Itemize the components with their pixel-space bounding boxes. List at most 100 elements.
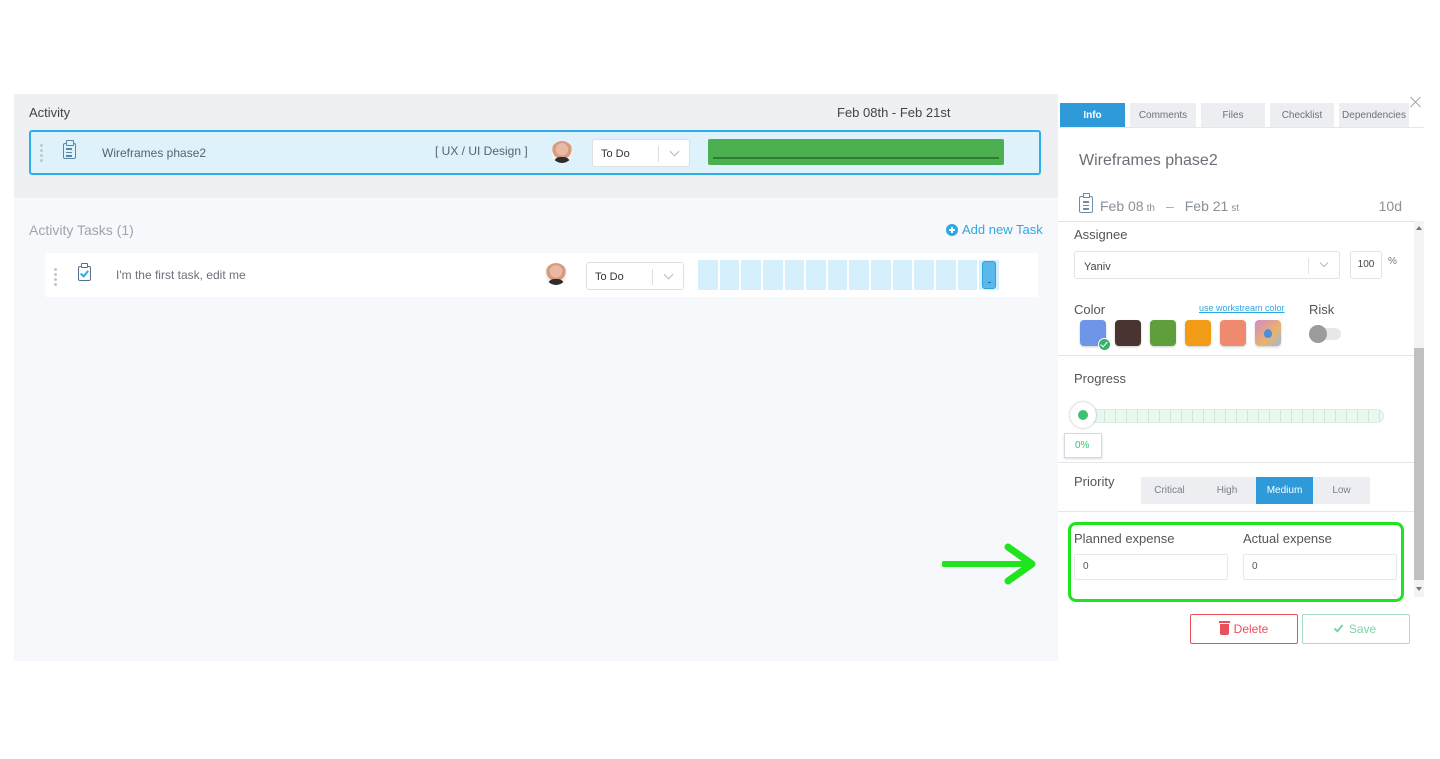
add-task-button[interactable]: Add new Task (946, 222, 1043, 237)
activity-section-title: Activity (29, 105, 71, 120)
timeline-day-cell[interactable] (741, 260, 761, 290)
tab-comments[interactable]: Comments (1130, 103, 1196, 127)
section-divider (1058, 355, 1414, 356)
scrollbar-thumb[interactable] (1414, 348, 1424, 580)
delete-button[interactable]: Delete (1190, 614, 1298, 644)
date-separator: – (1165, 198, 1174, 214)
timeline-day-cell[interactable] (914, 260, 935, 290)
timeline-day-cell[interactable] (762, 260, 783, 290)
drag-handle-icon[interactable] (54, 268, 58, 286)
check-icon (1333, 622, 1344, 633)
task-checklist-icon (78, 263, 91, 281)
section-divider (1058, 462, 1414, 463)
priority-critical[interactable]: Critical (1141, 477, 1198, 504)
progress-label: Progress (1074, 371, 1127, 386)
save-button[interactable]: Save (1302, 614, 1410, 644)
status-value: To Do (595, 271, 624, 283)
scroll-down-icon[interactable] (1416, 587, 1422, 591)
risk-label: Risk (1309, 302, 1335, 317)
activity-gantt-bar[interactable] (708, 139, 1004, 165)
timeline-resize-handle[interactable] (982, 261, 996, 289)
assignee-value: Yaniv (1084, 261, 1111, 273)
delete-label: Delete (1233, 622, 1269, 636)
tab-dependencies[interactable]: Dependencies (1339, 103, 1409, 127)
clipboard-icon (63, 140, 76, 159)
priority-segmented-control: Critical High Medium Low (1141, 477, 1370, 504)
activity-status-select[interactable]: To Do (592, 139, 690, 167)
plus-circle-icon (946, 223, 958, 236)
timeline-day-cell[interactable] (806, 260, 826, 290)
color-swatch[interactable] (1080, 320, 1111, 351)
priority-high[interactable]: High (1198, 477, 1256, 504)
activity-workstream: [ UX / UI Design ] (435, 144, 528, 158)
start-date-suffix: th (1146, 203, 1155, 214)
timeline-day-cell[interactable] (871, 260, 891, 290)
toggle-knob (1309, 325, 1327, 343)
task-row[interactable]: I'm the first task, edit me To Do (45, 253, 1038, 297)
color-drop-icon (1264, 329, 1272, 338)
select-separator (652, 269, 653, 285)
start-date: Feb 08 (1100, 198, 1144, 214)
custom-color-swatch[interactable] (1255, 320, 1281, 346)
tab-checklist[interactable]: Checklist (1270, 103, 1334, 127)
activity-header: Activity Feb 08th - Feb 21st Wireframes … (14, 94, 1058, 198)
chevron-down-icon (663, 269, 674, 280)
priority-low[interactable]: Low (1313, 477, 1370, 504)
close-icon[interactable] (1410, 96, 1422, 108)
tasks-section-title: Activity Tasks (1) (29, 222, 134, 238)
activity-row[interactable]: Wireframes phase2 [ UX / UI Design ] To … (29, 130, 1041, 175)
duration: 10d (1378, 198, 1402, 214)
timeline-day-cell[interactable] (784, 260, 805, 290)
priority-label: Priority (1074, 474, 1115, 489)
progress-slider-track[interactable] (1082, 409, 1384, 423)
panel-title[interactable]: Wireframes phase2 (1079, 152, 1218, 170)
status-value: To Do (601, 148, 630, 160)
timeline-day-cell[interactable] (957, 260, 978, 290)
timeline-day-cell[interactable] (827, 260, 848, 290)
assignee-label: Assignee (1074, 227, 1128, 242)
activity-name[interactable]: Wireframes phase2 (102, 146, 206, 160)
color-swatch[interactable] (1185, 320, 1211, 346)
color-swatch[interactable] (1150, 320, 1176, 346)
end-date: Feb 21 (1184, 198, 1229, 214)
color-swatch[interactable] (1220, 320, 1246, 346)
use-workstream-color-link[interactable]: use workstream color (1199, 303, 1285, 313)
timeline-day-cell[interactable] (936, 260, 956, 290)
avatar[interactable] (545, 263, 567, 285)
chevron-down-icon (669, 146, 680, 157)
panel-scrollbar[interactable] (1414, 221, 1424, 597)
activity-pane: Activity Feb 08th - Feb 21st Wireframes … (14, 94, 1058, 661)
tabs-divider (1060, 127, 1424, 128)
timeline-day-cell[interactable] (849, 260, 870, 290)
panel-tabs: Info Comments Files Checklist Dependenci… (1060, 103, 1409, 127)
risk-toggle[interactable] (1309, 325, 1341, 343)
selected-check-icon (1098, 338, 1111, 351)
timeline-day-cell[interactable] (892, 260, 913, 290)
allocation-input[interactable]: 100 (1350, 251, 1382, 279)
panel-date-range[interactable]: Feb 08th – Feb 21st (1079, 193, 1239, 214)
trash-icon (1218, 620, 1230, 635)
avatar[interactable] (551, 141, 573, 163)
scroll-up-icon[interactable] (1416, 226, 1422, 230)
assignee-select[interactable]: Yaniv (1074, 251, 1340, 279)
expense-highlight-box (1068, 522, 1404, 602)
tab-info[interactable]: Info (1060, 103, 1125, 127)
tab-files[interactable]: Files (1201, 103, 1265, 127)
color-swatches (1080, 320, 1281, 351)
section-divider (1058, 511, 1414, 512)
annotation-arrow-icon (942, 543, 1036, 585)
timeline-day-cell[interactable] (698, 260, 718, 290)
task-name[interactable]: I'm the first task, edit me (116, 268, 246, 282)
bar-progress-line (713, 157, 999, 159)
task-status-select[interactable]: To Do (586, 262, 684, 290)
add-task-label: Add new Task (962, 222, 1043, 237)
drag-handle-icon[interactable] (40, 144, 44, 162)
chevron-down-icon (1319, 258, 1329, 268)
progress-slider-knob[interactable] (1070, 402, 1096, 428)
timeline-day-cell[interactable] (719, 260, 740, 290)
task-timeline[interactable] (698, 260, 999, 290)
color-swatch[interactable] (1115, 320, 1141, 346)
priority-medium[interactable]: Medium (1256, 477, 1313, 504)
clipboard-icon (1079, 193, 1093, 213)
progress-value: 0% (1064, 433, 1102, 458)
